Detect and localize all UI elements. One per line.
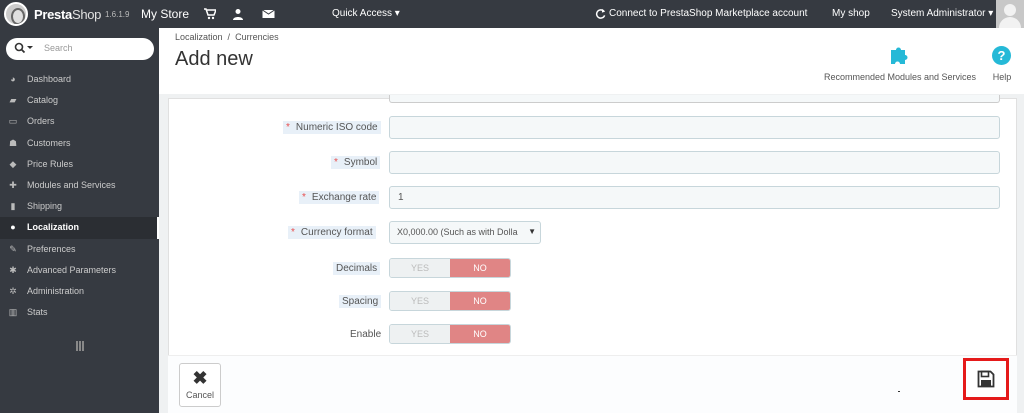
breadcrumb-localization[interactable]: Localization [175,32,223,42]
chevron-down-icon: ▼ [528,227,536,236]
sidebar-item-price-rules[interactable]: ◆ Price Rules [0,154,159,175]
search-input[interactable]: Search [44,43,73,53]
enable-switch[interactable]: YES NO [389,324,511,344]
decimals-no-option[interactable]: NO [450,259,510,277]
breadcrumb: Localization / Currencies [175,32,279,42]
sidebar-item-shipping[interactable]: ▮ Shipping [0,196,159,217]
wrench-icon: ✎ [9,243,17,254]
my-shop-link[interactable]: My shop [832,8,870,19]
quick-access-menu[interactable]: Quick Access ▾ [332,8,400,19]
recommended-modules-button[interactable]: Recommended Modules and Services [820,72,980,82]
page-title: Add new [175,48,253,70]
divider-mark [898,391,900,392]
my-store-link[interactable]: My Store [141,7,189,21]
spacing-label: Spacing [339,295,382,308]
bar-chart-icon: ▥ [8,307,18,318]
users-icon: ☗ [8,137,18,148]
symbol-label: * Symbol [331,156,381,169]
sidebar-nav: ◕ Dashboard ▰ Catalog ▭ Orders ☗ Customers ◆… [0,69,159,323]
puzzle-icon: ✚ [9,179,17,190]
help-button[interactable]: Help [988,72,1016,82]
version-label: 1.6.1.9 [105,10,130,19]
sidebar-item-preferences[interactable]: ✎ Preferences [0,239,159,260]
sidebar-item-dashboard[interactable]: ◕ Dashboard [0,69,159,90]
previous-field[interactable] [389,95,1000,103]
dashboard-icon: ◕ [10,74,16,84]
truck-icon: ▮ [10,201,16,212]
connect-marketplace-link[interactable]: Connect to PrestaShop Marketplace accoun… [609,8,807,19]
enable-label: Enable [350,329,382,340]
sidebar-item-orders[interactable]: ▭ Orders [0,111,159,132]
avatar[interactable] [996,0,1024,28]
close-icon: ✖ [192,368,208,388]
credit-card-icon: ▭ [8,116,18,127]
cog-icon: ✲ [9,285,17,296]
enable-no-option[interactable]: NO [450,325,510,343]
search-box[interactable]: Search [6,38,154,60]
brand-name[interactable]: PrestaShop [34,7,101,22]
numeric-iso-field[interactable] [389,116,1000,139]
puzzle-icon[interactable] [889,44,911,64]
breadcrumb-separator: / [227,32,231,42]
decimals-yes-option[interactable]: YES [390,259,450,277]
currency-format-select[interactable]: X0,000.00 (Such as with Dolla ▼ [389,221,541,244]
sidebar: Search ◕ Dashboard ▰ Catalog ▭ Orders ☗ Cust… [0,28,159,413]
cogs-icon: ✱ [9,264,17,275]
user-menu[interactable]: System Administrator ▾ [891,8,993,19]
cart-icon[interactable] [204,8,218,20]
book-icon: ▰ [9,95,17,106]
decimals-switch[interactable]: YES NO [389,258,511,278]
symbol-field[interactable] [389,151,1000,174]
tag-icon: ◆ [9,158,17,169]
breadcrumb-currencies[interactable]: Currencies [235,32,279,42]
envelope-icon[interactable] [262,8,275,20]
enable-yes-option[interactable]: YES [390,325,450,343]
spacing-yes-option[interactable]: YES [390,292,450,310]
exchange-rate-field[interactable]: 1 [389,186,1000,209]
sidebar-item-stats[interactable]: ▥ Stats [0,302,159,323]
numeric-iso-label: * Numeric ISO code [283,121,381,134]
user-icon[interactable] [232,8,244,20]
exchange-rate-label: * Exchange rate [299,191,380,204]
cancel-button[interactable]: ✖ Cancel [179,363,221,407]
save-icon [977,370,995,388]
save-button[interactable] [963,358,1009,400]
sidebar-item-advanced-parameters[interactable]: ✱ Advanced Parameters [0,260,159,281]
decimals-label: Decimals [333,262,381,275]
sidebar-item-catalog[interactable]: ▰ Catalog [0,90,159,111]
globe-icon: ● [10,222,16,233]
prestashop-logo[interactable] [4,2,28,26]
top-bar: PrestaShop 1.6.1.9 My Store Quick Access… [0,0,1024,28]
form-footer [168,355,1017,413]
currency-format-label: * Currency format [288,226,376,239]
refresh-icon [595,8,607,20]
sidebar-item-customers[interactable]: ☗ Customers [0,133,159,154]
sidebar-item-localization[interactable]: ● Localization [0,217,159,239]
spacing-no-option[interactable]: NO [450,292,510,310]
search-icon[interactable] [14,42,34,57]
sidebar-item-modules[interactable]: ✚ Modules and Services [0,175,159,196]
sidebar-collapse-icon[interactable] [76,341,84,351]
sidebar-item-administration[interactable]: ✲ Administration [0,281,159,302]
spacing-switch[interactable]: YES NO [389,291,511,311]
help-icon[interactable]: ? [992,46,1011,65]
